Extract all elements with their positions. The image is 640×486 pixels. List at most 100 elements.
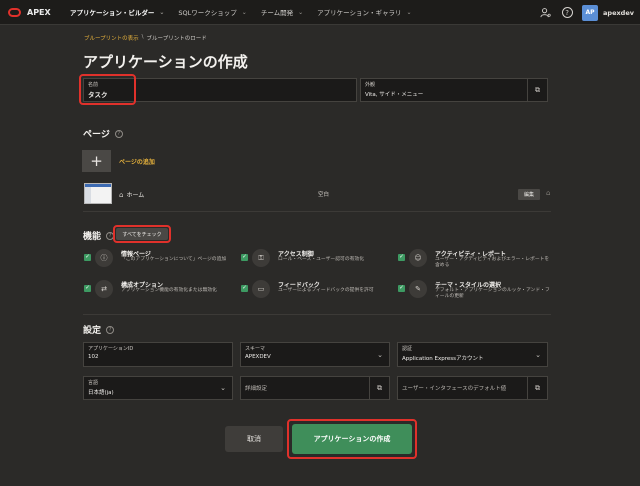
- breadcrumb: ブループリントの表示 \ ブループリントのロード: [84, 34, 207, 42]
- chat-icon: ▭: [252, 280, 270, 298]
- divider: [83, 211, 551, 212]
- feature-description: デフォルト・アプリケーションのルック・アンド・フィールの更新: [435, 288, 550, 299]
- feature-checkbox[interactable]: ✓: [84, 285, 91, 292]
- set-home-icon[interactable]: ⌂: [546, 189, 550, 197]
- nav-team-development[interactable]: チーム開発 ⌄: [260, 7, 304, 18]
- nav-sql-workshop-label: SQLワークショップ: [178, 9, 237, 17]
- feature-description: アプリケーション機能の有効化または無効化: [121, 288, 217, 293]
- help-icon[interactable]: ?: [114, 129, 123, 138]
- nav-app-builder-label: アプリケーション・ビルダー: [70, 9, 155, 17]
- toggle-icon: ⇄: [95, 280, 113, 298]
- nav-app-gallery-label: アプリケーション・ギャラリ: [317, 9, 402, 17]
- home-icon: ⌂: [119, 190, 124, 199]
- chevron-down-icon: ⌄: [406, 8, 412, 16]
- page-row-home: ⌂ ホーム: [119, 190, 145, 200]
- oracle-logo-icon: [8, 7, 21, 17]
- chevron-down-icon: ⌄: [298, 8, 304, 16]
- authentication-label: 認証: [402, 346, 413, 352]
- main-menu: アプリケーション・ビルダー ⌄ SQLワークショップ ⌄ チーム開発 ⌄ アプリ…: [70, 7, 426, 18]
- user-report-icon: ☺: [409, 249, 427, 267]
- avatar[interactable]: AP: [582, 4, 599, 21]
- settings-section-title: 設定 ?: [83, 323, 115, 336]
- ui-defaults-field[interactable]: ユーザー・インタフェースのデフォルト値 ⧉: [397, 376, 548, 400]
- nav-sql-workshop[interactable]: SQLワークショップ ⌄: [178, 7, 247, 18]
- chevron-down-icon: ⌄: [220, 384, 226, 392]
- chevron-down-icon: ⌄: [241, 8, 247, 16]
- chevron-down-icon: ⌄: [159, 8, 165, 16]
- chevron-down-icon: ⌄: [377, 350, 383, 359]
- edit-square-icon: ⧉: [535, 383, 540, 392]
- feature-description: ユーザーによるフィードバックの提供を許可: [278, 288, 374, 293]
- username[interactable]: apexdev: [603, 9, 634, 17]
- add-page-link[interactable]: ページの追加: [119, 157, 155, 166]
- appearance-field-label: 外観: [365, 82, 376, 88]
- advanced-settings-label: 詳細設定: [245, 386, 268, 392]
- name-field-highlight: [79, 74, 136, 105]
- breadcrumb-separator: \: [141, 34, 144, 40]
- user-gear-icon-svg: [540, 8, 551, 18]
- create-button-highlight: [287, 419, 417, 459]
- check-all-highlight: [113, 225, 171, 243]
- feature-access-control[interactable]: ✓ ⚿ アクセス制御 ロール・ベース・ユーザー認可の有効化: [241, 249, 401, 275]
- app-id-value[interactable]: 102: [88, 354, 99, 360]
- topbar-actions: ? AP apexdev: [538, 0, 634, 25]
- feature-checkbox[interactable]: ✓: [241, 254, 248, 261]
- advanced-settings-field[interactable]: 詳細設定 ⧉: [240, 376, 390, 400]
- app-id-label: アプリケーションID: [88, 346, 134, 352]
- add-page-button[interactable]: +: [82, 150, 111, 172]
- feature-description: ロール・ベース・ユーザー認可の有効化: [278, 257, 365, 262]
- home-page-thumbnail: [84, 183, 112, 204]
- help-icon[interactable]: ?: [106, 325, 115, 334]
- language-select[interactable]: 言語 日本語(ja) ⌄: [83, 376, 233, 400]
- ui-defaults-button[interactable]: ⧉: [527, 377, 547, 399]
- appearance-picker-button[interactable]: ⧉: [527, 79, 547, 101]
- page-title: アプリケーションの作成: [83, 53, 248, 71]
- edit-page-button[interactable]: 編集: [518, 189, 540, 200]
- feature-description: 「このアプリケーションについて」ページの追加: [121, 257, 227, 262]
- nav-app-builder[interactable]: アプリケーション・ビルダー ⌄: [70, 7, 165, 18]
- schema-value: APEXDEV: [245, 354, 271, 360]
- cancel-button[interactable]: 取消: [225, 426, 283, 452]
- language-label: 言語: [88, 380, 99, 386]
- feature-checkbox[interactable]: ✓: [398, 285, 405, 292]
- info-icon: ⓘ: [95, 249, 113, 267]
- app-id-field[interactable]: アプリケーションID 102: [83, 342, 233, 367]
- nav-app-gallery[interactable]: アプリケーション・ギャラリ ⌄: [317, 7, 412, 18]
- breadcrumb-current: ブループリントのロード: [146, 36, 207, 42]
- page-type: 空白: [318, 192, 330, 198]
- schema-label: スキーマ: [245, 346, 266, 352]
- ui-defaults-label: ユーザー・インタフェースのデフォルト値: [402, 386, 507, 392]
- feature-about-page[interactable]: ✓ ⓘ 情報ページ 「このアプリケーションについて」ページの追加: [84, 249, 244, 275]
- brush-icon: ✎: [409, 280, 427, 298]
- top-navigation-bar: APEX アプリケーション・ビルダー ⌄ SQLワークショップ ⌄ チーム開発 …: [0, 0, 640, 25]
- features-title-text: 機能: [83, 232, 102, 242]
- apex-logo[interactable]: APEX: [8, 7, 56, 17]
- feature-configuration-options[interactable]: ✓ ⇄ 構成オプション アプリケーション機能の有効化または無効化: [84, 280, 244, 306]
- feature-theme-style-selection[interactable]: ✓ ✎ テーマ・スタイルの選択 デフォルト・アプリケーションのルック・アンド・フ…: [398, 280, 558, 306]
- nav-team-development-label: チーム開発: [260, 9, 294, 17]
- authentication-value: Application Expressアカウント: [402, 356, 484, 362]
- pages-title-text: ページ: [83, 130, 110, 140]
- page-name: ホーム: [126, 192, 145, 199]
- feature-checkbox[interactable]: ✓: [241, 285, 248, 292]
- feature-description: ユーザー・アクティビティおよびエラー・レポートを含める: [435, 257, 550, 268]
- schema-select[interactable]: スキーマ APEXDEV ⌄: [240, 342, 390, 367]
- pages-section-title: ページ ?: [83, 127, 123, 140]
- key-icon: ⚿: [252, 249, 270, 267]
- feature-feedback[interactable]: ✓ ▭ フィードバック ユーザーによるフィードバックの提供を許可: [241, 280, 401, 306]
- advanced-settings-button[interactable]: ⧉: [369, 377, 389, 399]
- breadcrumb-view-blueprint[interactable]: ブループリントの表示: [84, 34, 139, 42]
- feature-checkbox[interactable]: ✓: [398, 254, 405, 261]
- appearance-field-value: Vita, サイド・メニュー: [365, 92, 424, 98]
- help-icon[interactable]: ?: [560, 6, 574, 20]
- feature-checkbox[interactable]: ✓: [84, 254, 91, 261]
- thumbnail-sidebar: [85, 187, 91, 203]
- feature-activity-reporting[interactable]: ✓ ☺ アクティビティ・レポート ユーザー・アクティビティおよびエラー・レポート…: [398, 249, 558, 275]
- authentication-select[interactable]: 認証 Application Expressアカウント ⌄: [397, 342, 548, 367]
- chevron-down-icon: ⌄: [535, 350, 541, 359]
- user-settings-icon[interactable]: [538, 6, 552, 20]
- settings-title-text: 設定: [83, 326, 102, 336]
- language-value: 日本語(ja): [88, 390, 114, 396]
- appearance-field[interactable]: 外観 Vita, サイド・メニュー ⧉: [360, 78, 548, 102]
- app-name: APEX: [27, 7, 51, 17]
